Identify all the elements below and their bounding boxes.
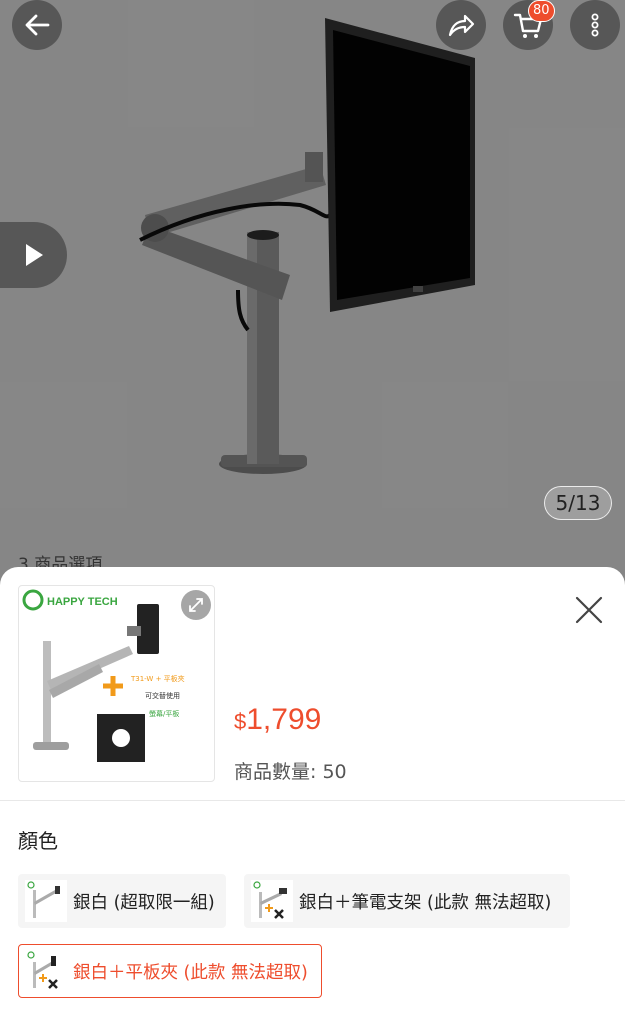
variant-option-silver[interactable]: 銀白 (超取限一組) — [18, 874, 226, 928]
more-vertical-icon — [591, 13, 599, 37]
variant-option-label: 銀白＋筆電支架 (此款 無法超取) — [299, 892, 552, 913]
thumbnail-brand: HAPPY TECH — [47, 596, 118, 608]
variant-thumbnail — [25, 880, 67, 922]
variant-selector-sheet: HAPPY TECH T31-W + 平板夾 可交替使用 螢幕/平板 $1,79… — [0, 567, 625, 1024]
thumbnail-note2-text: 螢幕/平板 — [149, 709, 179, 718]
variant-thumbnail — [25, 950, 67, 992]
image-page-counter: 5/13 — [544, 486, 612, 520]
play-icon — [25, 244, 43, 266]
divider — [0, 800, 625, 801]
thumbnail-model-text: T31-W + 平板夾 — [130, 674, 185, 683]
price: $1,799 — [234, 703, 321, 737]
close-icon — [575, 596, 603, 624]
variant-option-label: 銀白＋平板夾 (此款 無法超取) — [73, 962, 308, 983]
price-currency: $ — [234, 709, 247, 734]
thumbnail-note-text: 可交替使用 — [145, 691, 180, 700]
play-video-button[interactable] — [0, 222, 67, 288]
more-button[interactable] — [570, 0, 620, 50]
variant-option-silver-tablet-clamp[interactable]: 銀白＋平板夾 (此款 無法超取) — [18, 944, 322, 998]
stock-label: 商品數量: — [234, 761, 323, 783]
stock-quantity: 商品數量: 50 — [234, 757, 347, 784]
cart-badge: 80 — [528, 0, 555, 22]
expand-image-button[interactable] — [181, 590, 211, 620]
back-button[interactable] — [12, 0, 62, 50]
close-sheet-button[interactable] — [570, 591, 608, 629]
arrow-left-icon — [25, 14, 50, 36]
expand-icon — [189, 598, 203, 612]
variant-option-label: 銀白 (超取限一組) — [73, 892, 215, 913]
share-button[interactable] — [436, 0, 486, 50]
variant-thumbnail — [251, 880, 293, 922]
variant-option-silver-laptop-stand[interactable]: 銀白＋筆電支架 (此款 無法超取) — [244, 874, 570, 928]
color-section-title: 顏色 — [18, 829, 58, 853]
stock-value: 50 — [322, 761, 347, 783]
price-amount: 1,799 — [246, 703, 322, 736]
share-icon — [448, 14, 475, 37]
selected-variant-thumbnail[interactable]: HAPPY TECH T31-W + 平板夾 可交替使用 螢幕/平板 — [18, 585, 215, 782]
